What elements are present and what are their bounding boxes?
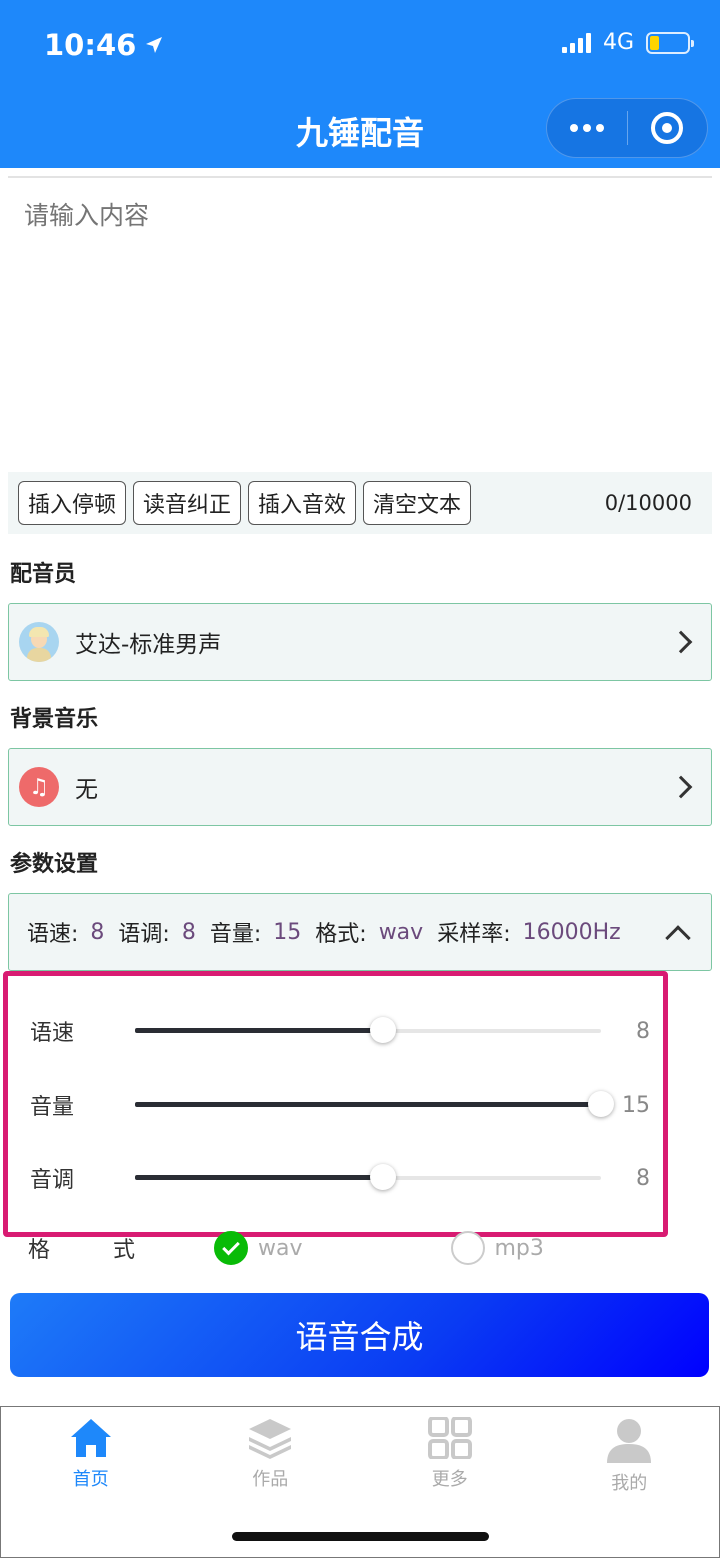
volume-slider-row: 音量 15 xyxy=(30,1085,650,1125)
tab-label: 我的 xyxy=(611,1473,648,1494)
status-time: 10:46 xyxy=(44,28,164,62)
voice-avatar-icon xyxy=(19,622,59,662)
volume-label: 音量: xyxy=(209,922,262,947)
speed-slider-row: 语速 8 xyxy=(30,1011,650,1051)
pronunciation-fix-button[interactable]: 读音纠正 xyxy=(133,481,242,525)
editor-toolbar: 插入停顿 读音纠正 插入音效 清空文本 0/10000 xyxy=(8,472,712,534)
bgm-selected: 无 xyxy=(75,777,98,803)
chevron-right-icon xyxy=(669,775,693,799)
format-row: 格 式 wav mp3 xyxy=(28,1228,708,1268)
chevron-right-icon xyxy=(669,630,693,654)
speed-value: 8 xyxy=(90,919,105,945)
miniprogram-capsule xyxy=(546,98,708,158)
more-menu-button[interactable] xyxy=(547,99,627,157)
mp3-option-label: mp3 xyxy=(494,1235,544,1261)
char-counter: 0/10000 xyxy=(604,491,692,515)
content-input[interactable] xyxy=(8,180,712,470)
wav-radio[interactable] xyxy=(214,1231,248,1265)
layers-icon xyxy=(249,1419,292,1459)
check-icon xyxy=(222,1237,240,1255)
slider-value: 15 xyxy=(622,1092,650,1118)
tone-slider-row: 音调 8 xyxy=(30,1158,650,1198)
tab-mine[interactable]: 我的 xyxy=(540,1407,720,1557)
status-indicators: 4G xyxy=(561,30,694,55)
slider-label: 音调 xyxy=(30,1168,75,1193)
speed-slider[interactable] xyxy=(135,1017,601,1043)
tab-label: 更多 xyxy=(431,1469,468,1490)
network-type: 4G xyxy=(602,30,634,55)
slider-value: 8 xyxy=(636,1018,650,1044)
format-value: wav xyxy=(378,919,424,945)
location-arrow-icon xyxy=(146,37,163,53)
signal-icon xyxy=(561,32,591,53)
slider-thumb[interactable] xyxy=(370,1164,397,1190)
editor-divider xyxy=(8,176,712,178)
clear-text-button[interactable]: 清空文本 xyxy=(363,481,472,525)
wav-option-label: wav xyxy=(258,1235,303,1261)
slider-label: 音量 xyxy=(30,1095,75,1120)
battery-icon xyxy=(646,31,694,54)
slider-thumb[interactable] xyxy=(588,1091,614,1117)
format-row-label: 格 式 xyxy=(28,1238,163,1263)
voice-selected: 艾达-标准男声 xyxy=(75,632,222,658)
grid-icon xyxy=(427,1417,472,1459)
close-miniprogram-button[interactable] xyxy=(628,99,708,157)
sample-rate-label: 采样率: xyxy=(437,922,511,947)
slider-panel-highlight: 语速 8 音量 15 音调 8 xyxy=(3,971,668,1237)
insert-pause-button[interactable]: 插入停顿 xyxy=(18,481,127,525)
format-label: 格式: xyxy=(315,922,367,947)
sample-rate-value: 16000Hz xyxy=(522,919,621,945)
music-note-icon: ♫ xyxy=(19,767,59,807)
tone-value: 8 xyxy=(181,919,196,945)
tone-label: 语调: xyxy=(118,922,170,947)
top-bar: 10:46 4G 九锤配音 xyxy=(0,0,720,168)
slider-label: 语速 xyxy=(30,1021,75,1046)
slider-value: 8 xyxy=(636,1165,650,1191)
synthesize-button[interactable]: 语音合成 xyxy=(10,1293,709,1377)
insert-sfx-button[interactable]: 插入音效 xyxy=(248,481,357,525)
home-icon xyxy=(70,1419,111,1457)
target-icon xyxy=(651,112,684,144)
mp3-radio[interactable] xyxy=(450,1231,485,1265)
tone-slider[interactable] xyxy=(135,1164,601,1190)
volume-slider[interactable] xyxy=(135,1091,614,1117)
tab-label: 首页 xyxy=(72,1469,109,1490)
more-dots-icon xyxy=(569,124,604,132)
home-indicator xyxy=(232,1532,489,1541)
voice-selector[interactable]: 艾达-标准男声 xyxy=(8,603,712,681)
slider-thumb[interactable] xyxy=(370,1017,397,1043)
params-section-label: 参数设置 xyxy=(10,852,99,877)
tab-label: 作品 xyxy=(252,1469,289,1490)
time-text: 10:46 xyxy=(44,28,137,62)
params-summary[interactable]: 语速: 8 语调: 8 音量: 15 格式: wav 采样率: 16000Hz xyxy=(8,893,712,971)
bgm-section-label: 背景音乐 xyxy=(10,707,99,732)
user-icon xyxy=(607,1419,652,1463)
tab-home[interactable]: 首页 xyxy=(1,1407,181,1557)
volume-value: 15 xyxy=(273,919,302,945)
speed-label: 语速: xyxy=(27,922,79,947)
voice-section-label: 配音员 xyxy=(10,562,77,587)
bgm-selector[interactable]: ♫ 无 xyxy=(8,748,712,826)
chevron-up-icon[interactable] xyxy=(665,925,691,951)
